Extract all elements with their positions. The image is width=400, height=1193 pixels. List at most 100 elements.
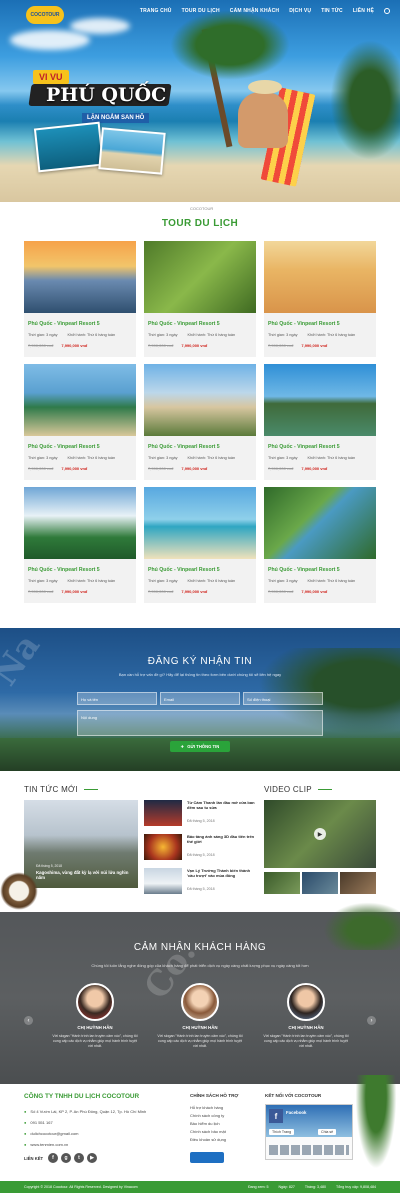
coconut-decoration [0,872,38,910]
submit-button[interactable]: ✈ GỬI THÔNG TIN [170,741,230,752]
website-text[interactable]: www.tenmien.com.vn [30,1142,68,1147]
facebook-icon[interactable]: f [48,1153,58,1163]
tour-card-image[interactable] [264,364,376,436]
nav-item-reviews[interactable]: CẨM NHẬN KHÁCH [230,8,279,14]
facebook-widget[interactable]: f Facebook Thích Trang Chia sẻ [265,1104,353,1160]
old-price: 7,990,000 vnđ [148,466,174,471]
phone-field[interactable]: Số điện thoại [243,692,323,705]
hero-tag: VI VU [33,70,69,84]
facebook-share-button[interactable]: Chia sẻ [318,1129,337,1135]
news-item[interactable]: Bảo tàng ánh sáng 3D đầu tiên trên thế g… [144,834,256,860]
tour-card-title[interactable]: Phú Quốc - Vinpearl Resort 5 [148,321,256,327]
tour-card-meta: Thời gian: 3 ngày Khởi hành: Thứ 6 hàng t… [28,333,136,337]
google-plus-icon[interactable]: g [61,1153,71,1163]
message-field[interactable]: Nội dung [77,710,323,736]
tour-card[interactable]: Phú Quốc - Vinpearl Resort 5 Thời gian: 3… [24,241,136,357]
verified-badge [190,1152,224,1163]
play-icon[interactable]: ▶ [314,828,326,840]
video-player[interactable]: ▶ [264,800,376,868]
youtube-icon[interactable]: ▶ [87,1153,97,1163]
tour-card[interactable]: Phú Quốc - Vinpearl Resort 5 Thời gian: 3… [264,241,376,357]
tour-card-image[interactable] [24,364,136,436]
tour-card-meta: Thời gian: 3 ngày Khởi hành: Thứ 6 hàng t… [268,579,376,583]
tour-card[interactable]: Phú Quốc - Vinpearl Resort 5 Thời gian: 3… [144,364,256,480]
tour-card-image[interactable] [264,487,376,559]
tour-card-image[interactable] [144,487,256,559]
tour-card-meta: Thời gian: 3 ngày Khởi hành: Thứ 6 hàng t… [28,456,136,460]
tour-card[interactable]: Phú Quốc - Vinpearl Resort 5 Thời gian: 3… [24,364,136,480]
tour-card[interactable]: Phú Quốc - Vinpearl Resort 5 Thời gian: 3… [264,364,376,480]
tour-card[interactable]: Phú Quốc - Vinpearl Resort 5 Thời gian: 3… [144,487,256,603]
news-thumbnail [144,800,182,826]
tour-card[interactable]: Phú Quốc - Vinpearl Resort 5 Thời gian: 3… [144,241,256,357]
nav-item-contact[interactable]: LIÊN HỆ [353,8,374,14]
news-section-title: TIN TỨC MỚI [24,785,98,794]
tour-card-title[interactable]: Phú Quốc - Vinpearl Resort 5 [268,567,376,573]
prev-arrow-icon[interactable]: ‹ [24,1016,33,1025]
news-item[interactable]: Vạn Lý Trường Thành biến thành 'cầu trượ… [144,868,256,894]
facebook-like-button[interactable]: Thích Trang [269,1129,295,1135]
tour-card-price: 7,990,000 vnđ 7,990,000 vnđ [268,343,376,348]
video-thumbnail[interactable] [302,872,338,894]
tour-card-price: 7,990,000 vnđ 7,990,000 vnđ [148,589,256,594]
featured-news-title[interactable]: Kagoshima, vùng đất kỳ lạ với núi lửa ng… [36,870,132,881]
tour-card-image[interactable] [264,241,376,313]
search-icon[interactable] [384,8,390,14]
social-label: LIÊN KẾT [24,1156,44,1161]
next-arrow-icon[interactable]: › [367,1016,376,1025]
old-price: 7,990,000 vnđ [268,343,294,348]
phone-text[interactable]: 091 551 167 [30,1120,52,1125]
news-item-date: Đã tháng 5, 2018 [187,819,215,823]
email-field[interactable]: Email [160,692,240,705]
tour-departure: Khởi hành: Thứ 6 hàng tuần [307,456,356,460]
tour-card[interactable]: Phú Quốc - Vinpearl Resort 5 Thời gian: 3… [24,487,136,603]
video-thumbnail[interactable] [340,872,376,894]
site-logo[interactable]: COCOTOUR [26,6,64,24]
tour-card-image[interactable] [24,241,136,313]
avatar [76,983,114,1021]
tour-card-title[interactable]: Phú Quốc - Vinpearl Resort 5 [28,444,136,450]
tour-card-image[interactable] [24,487,136,559]
palm-tree-image [352,1075,400,1181]
featured-news[interactable]: Kagoshima, vùng đất kỳ lạ với núi lửa ng… [24,800,138,888]
hero-banner: COCOTOUR TRANG CHỦ TOUR DU LỊCH CẨM NHẬN… [0,0,400,202]
nav-item-tours[interactable]: TOUR DU LỊCH [182,8,220,14]
tour-duration: Thời gian: 3 ngày [148,333,178,337]
facebook-page-name[interactable]: Facebook [286,1110,307,1115]
tour-card-image[interactable] [144,241,256,313]
nav-item-services[interactable]: DỊCH VỤ [289,8,311,14]
twitter-icon[interactable]: t [74,1153,84,1163]
testimonial-name: CHỊ HUỲNH HÂN [182,1025,218,1030]
featured-news-date: Đã tháng 5, 2018 [36,864,63,868]
policy-link[interactable]: Chính sách công ty [190,1113,224,1118]
policy-link[interactable]: Hỗ trợ khách hàng [190,1105,223,1110]
tour-card-title[interactable]: Phú Quốc - Vinpearl Resort 5 [28,321,136,327]
nav-item-news[interactable]: TIN TỨC [321,8,343,14]
testimonials-title: CẢM NHẬN KHÁCH HÀNG [133,942,267,953]
policy-link[interactable]: Điều khoản sử dụng [190,1137,226,1142]
tour-card-title[interactable]: Phú Quốc - Vinpearl Resort 5 [148,567,256,573]
news-item-title[interactable]: Từ Cám Thanh lần đầu mở cửa ban đêm sau … [187,800,255,811]
policy-link[interactable]: Bảo hiểm du lịch [190,1121,220,1126]
video-thumbnail[interactable] [264,872,300,894]
tour-card-title[interactable]: Phú Quốc - Vinpearl Resort 5 [268,321,376,327]
newsletter-title: ĐĂNG KÝ NHẬN TIN [147,656,253,667]
testimonial-quote: Với slogan "Hành trình lan truyền cảm xú… [263,1034,349,1048]
name-field[interactable]: Họ và tên [77,692,157,705]
news-item-title[interactable]: Bảo tàng ánh sáng 3D đầu tiên trên thế g… [187,834,255,845]
news-item-title[interactable]: Vạn Lý Trường Thành biến thành 'cầu trượ… [187,868,255,879]
tour-card-image[interactable] [144,364,256,436]
tour-card-title[interactable]: Phú Quốc - Vinpearl Resort 5 [148,444,256,450]
sale-price: 7,990,000 vnđ [61,343,88,348]
sale-price: 7,990,000 vnđ [301,589,328,594]
policy-link[interactable]: Chính sách bảo mật [190,1129,226,1134]
tour-card[interactable]: Phú Quốc - Vinpearl Resort 5 Thời gian: 3… [264,487,376,603]
tour-card-title[interactable]: Phú Quốc - Vinpearl Resort 5 [28,567,136,573]
news-item[interactable]: Từ Cám Thanh lần đầu mở cửa ban đêm sau … [144,800,256,826]
tour-card-title[interactable]: Phú Quốc - Vinpearl Resort 5 [268,444,376,450]
testimonial-quote: Với slogan "Hành trình lan truyền cảm xú… [52,1034,138,1048]
email-text[interactable]: dulichcocotour@gmail.com [30,1131,78,1136]
tour-duration: Thời gian: 3 ngày [268,456,298,460]
main-nav: TRANG CHỦ TOUR DU LỊCH CẨM NHẬN KHÁCH DỊ… [140,8,390,14]
nav-item-home[interactable]: TRANG CHỦ [140,8,172,14]
